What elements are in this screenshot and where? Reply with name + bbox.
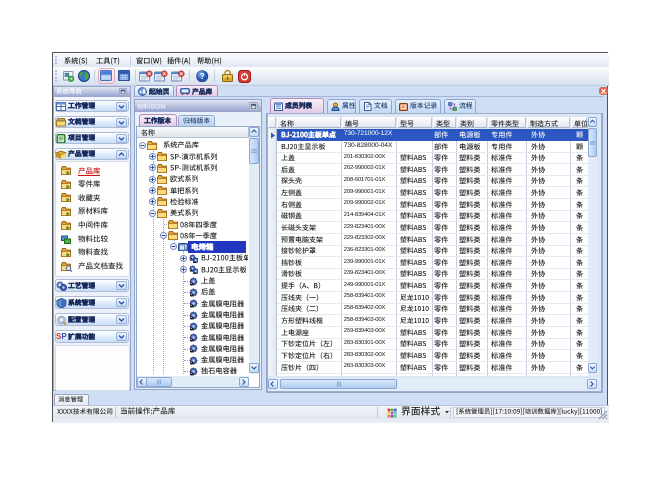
svg-text:?: ? [200, 72, 205, 81]
